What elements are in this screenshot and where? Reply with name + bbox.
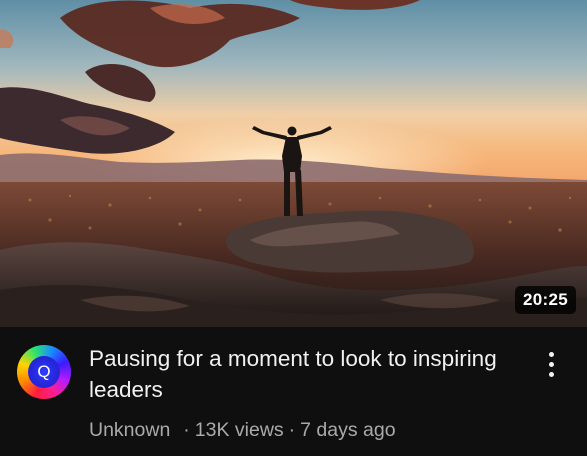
view-count: 13K views [194,419,284,441]
menu-dot [549,362,554,367]
duration-badge: 20:25 [515,286,576,314]
video-title[interactable]: Pausing for a moment to look to inspirin… [89,343,509,405]
channel-avatar[interactable]: Q [17,345,71,399]
separator-dot: · [288,419,296,441]
thumbnail-image [0,0,587,327]
upload-age: 7 days ago [300,419,396,441]
menu-dot [549,372,554,377]
more-vert-icon[interactable] [541,350,561,380]
video-metadata: Unknown · 13K views · 7 days ago [89,418,396,442]
separator-dot: · [183,419,190,441]
video-details: Q Pausing for a moment to look to inspir… [0,327,587,456]
video-thumbnail[interactable]: 20:25 [0,0,587,327]
avatar-letter: Q [37,362,51,381]
video-card[interactable]: 20:25 Q Pausing for a moment to look to … [0,0,587,456]
channel-name[interactable]: Unknown [89,419,170,441]
menu-dot [549,352,554,357]
